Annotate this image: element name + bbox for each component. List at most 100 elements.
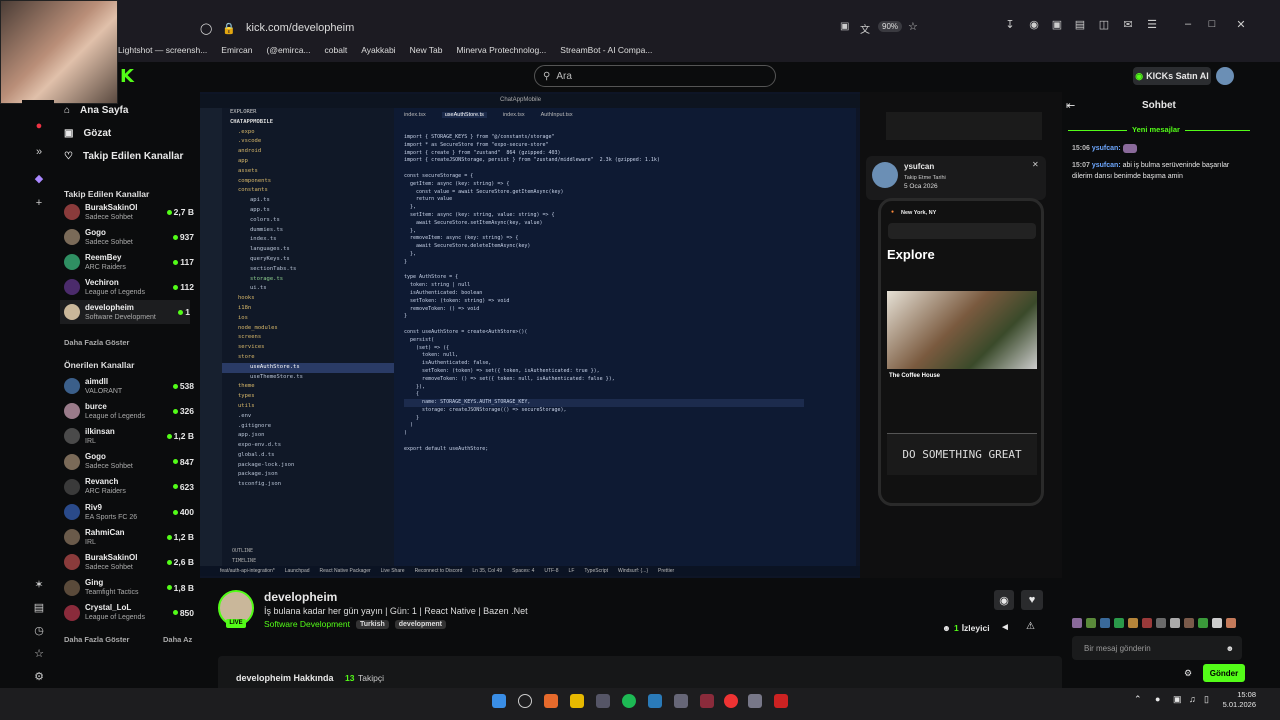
extension-icon[interactable]: ◉ xyxy=(1027,18,1041,32)
editor-tab[interactable]: index.tsx xyxy=(503,112,525,118)
file-item[interactable]: languages.ts xyxy=(222,245,394,255)
tag-pill[interactable]: development xyxy=(394,619,446,629)
start-icon[interactable] xyxy=(492,694,506,708)
vscode-icon[interactable] xyxy=(648,694,662,708)
star-icon[interactable]: ☆ xyxy=(908,20,918,33)
status-item[interactable]: UTF-8 xyxy=(544,568,558,574)
nav-home[interactable]: ⌂ Ana Sayfa xyxy=(64,105,128,116)
folder-item[interactable]: store xyxy=(222,353,394,363)
file-item[interactable]: app.json xyxy=(222,431,394,441)
channel-item[interactable]: Vechiron League of Legends 112 xyxy=(64,275,194,299)
file-item[interactable]: package-lock.json xyxy=(222,461,394,471)
collapse-chat-icon[interactable]: ⇤ xyxy=(1066,99,1075,112)
file-item[interactable]: app.ts xyxy=(222,206,394,216)
emote-icon[interactable] xyxy=(1100,618,1110,628)
tray-chevron-icon[interactable]: ⌃ xyxy=(1134,694,1142,705)
address-bar[interactable]: ◯ 🔒 kick.com/developheim xyxy=(200,16,920,40)
folder-item[interactable]: .expo xyxy=(222,128,394,138)
share-icon[interactable]: ◄ xyxy=(1000,622,1010,633)
close-window-icon[interactable]: ✕ xyxy=(1234,18,1248,32)
emote-icon[interactable] xyxy=(1170,618,1180,628)
file-item[interactable]: .gitignore xyxy=(222,422,394,432)
emote-icon[interactable] xyxy=(1142,618,1152,628)
folder-item[interactable]: ios xyxy=(222,314,394,324)
diamond-icon[interactable]: ◆ xyxy=(32,172,46,186)
bookmark-icon[interactable]: ▤ xyxy=(32,601,46,615)
buy-kicks-button[interactable]: ◉ KICKs Satın Al xyxy=(1133,67,1211,85)
folder-item[interactable]: android xyxy=(222,147,394,157)
nav-browse[interactable]: ▣ Gözat xyxy=(64,128,111,139)
nav-following[interactable]: ♡ Takip Edilen Kanallar xyxy=(64,151,183,162)
history-icon[interactable]: ◷ xyxy=(32,624,46,638)
status-item[interactable]: Spaces: 4 xyxy=(512,568,534,574)
notify-button[interactable]: ◉ xyxy=(994,590,1014,610)
status-item[interactable]: Reconnect to Discord xyxy=(415,568,463,574)
channel-item[interactable]: Gogo Sadece Sohbet 847 xyxy=(64,450,194,474)
editor-tab-active[interactable]: useAuthStore.ts xyxy=(441,112,487,118)
chat-input[interactable]: Bir mesaj gönderin ☻ xyxy=(1072,636,1242,660)
menu-icon[interactable]: ☰ xyxy=(1145,18,1159,32)
recommended-show-more[interactable]: Daha Fazla Göster xyxy=(64,635,129,644)
emote-icon[interactable] xyxy=(1226,618,1236,628)
status-item[interactable]: Ln 35, Col 49 xyxy=(472,568,502,574)
channel-item[interactable]: ReemBey ARC Raiders 117 xyxy=(64,250,194,274)
folder-item[interactable]: .vscode xyxy=(222,137,394,147)
emote-icon[interactable] xyxy=(1114,618,1124,628)
app-icon[interactable] xyxy=(674,694,688,708)
file-item[interactable]: storage.ts xyxy=(222,275,394,285)
search-input[interactable]: ⚲ Ara xyxy=(534,65,776,87)
file-item[interactable]: global.d.ts xyxy=(222,451,394,461)
bookmark-item[interactable]: cobalt xyxy=(325,45,348,55)
minimize-icon[interactable]: – xyxy=(1181,18,1195,32)
status-item[interactable]: LF xyxy=(569,568,575,574)
channel-item[interactable]: BurakSakinOl Sadece Sohbet 2,7 B xyxy=(64,200,194,224)
file-item[interactable]: package.json xyxy=(222,470,394,480)
folder-item[interactable]: constants xyxy=(222,186,394,196)
download-icon[interactable]: ↧ xyxy=(1003,18,1017,32)
channel-item[interactable]: aimdll VALORANT 538 xyxy=(64,374,194,398)
editor-tab[interactable]: AuthInput.tsx xyxy=(541,112,573,118)
file-item[interactable]: sectionTabs.ts xyxy=(222,265,394,275)
battery-icon[interactable]: ▯ xyxy=(1204,694,1209,705)
file-item[interactable]: index.ts xyxy=(222,235,394,245)
emote-icon[interactable] xyxy=(1128,618,1138,628)
status-item[interactable]: Prettier xyxy=(658,568,674,574)
star-outline-icon[interactable]: ☆ xyxy=(32,647,46,661)
toast-close-icon[interactable]: ✕ xyxy=(1032,160,1039,169)
user-avatar[interactable] xyxy=(1216,67,1234,85)
folder-item[interactable]: components xyxy=(222,177,394,187)
explorer-icon[interactable] xyxy=(570,694,584,708)
file-item[interactable]: expo-env.d.ts xyxy=(222,441,394,451)
emote-icon[interactable] xyxy=(1212,618,1222,628)
app-icon[interactable] xyxy=(748,694,762,708)
file-item[interactable]: api.ts xyxy=(222,196,394,206)
ai-icon[interactable]: ✶ xyxy=(32,578,46,592)
channel-name[interactable]: developheim xyxy=(264,590,337,604)
obs-icon[interactable] xyxy=(700,694,714,708)
file-item[interactable]: ui.ts xyxy=(222,284,394,294)
shield-icon[interactable]: ◯ xyxy=(200,22,212,35)
bookmark-item[interactable]: New Tab xyxy=(410,45,443,55)
url-text[interactable]: kick.com/developheim xyxy=(246,22,354,34)
channel-item[interactable]: Ging Teamfight Tactics 1,8 B xyxy=(64,576,194,600)
bookmark-item[interactable]: Lightshot — screensh... xyxy=(118,45,207,55)
bookmark-item[interactable]: Ayakkabi xyxy=(361,45,395,55)
channel-item[interactable]: BurakSakinOl Sadece Sohbet 2,6 B xyxy=(64,550,194,574)
status-item[interactable]: React Native Packager xyxy=(320,568,371,574)
firefox-icon[interactable] xyxy=(544,694,558,708)
send-button[interactable]: Gönder xyxy=(1203,664,1245,682)
chat-settings-icon[interactable]: ⚙ xyxy=(1184,668,1192,679)
channel-item[interactable]: Riv9 EA Sports FC 26 400 xyxy=(64,500,194,524)
folder-item[interactable]: i18n xyxy=(222,304,394,314)
expand-icon[interactable]: » xyxy=(32,146,46,160)
container-icon[interactable]: ▤ xyxy=(1073,18,1087,32)
network-icon[interactable]: ▣ xyxy=(1173,694,1182,705)
outline-section[interactable]: OUTLINE xyxy=(232,548,253,554)
translate-icon[interactable]: 文 xyxy=(860,21,870,36)
emote-icon[interactable] xyxy=(1184,618,1194,628)
emote-icon[interactable] xyxy=(1198,618,1208,628)
app-icon[interactable] xyxy=(774,694,788,708)
maximize-icon[interactable]: □ xyxy=(1205,18,1219,32)
status-item[interactable]: Windsurf: {...} xyxy=(618,568,648,574)
channel-item[interactable]: ilkinsan IRL 1,2 B xyxy=(64,424,194,448)
